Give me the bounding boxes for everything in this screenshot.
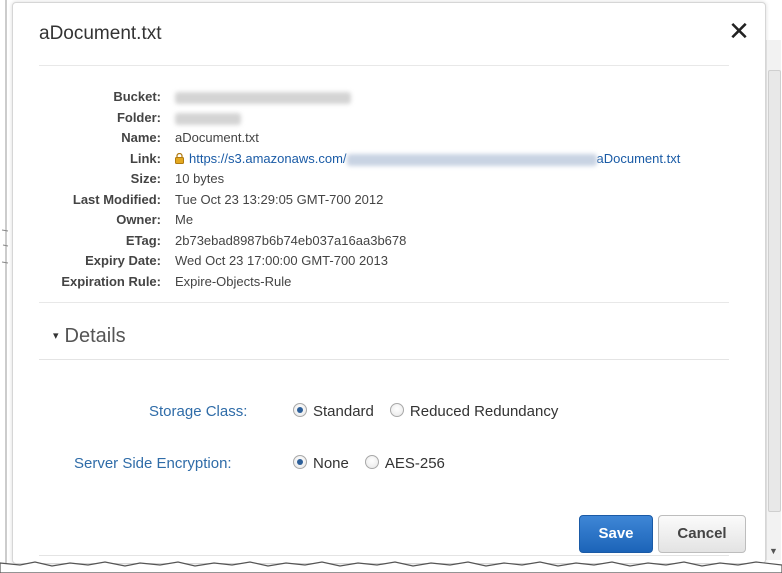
info-row-etag: ETag: 2b73ebad8987b6b74eb037a16aa3b678 [39,233,729,251]
link-suffix: aDocument.txt [596,151,681,166]
folder-label: Folder: [116,110,161,125]
details-divider [39,359,729,360]
info-row-name: Name: aDocument.txt [39,130,729,148]
cancel-button[interactable]: Cancel [658,515,746,553]
redacted-bucket [175,91,351,104]
close-icon[interactable]: ✕ [727,18,751,44]
encryption-label: Server Side Encryption: [74,455,232,472]
redacted-folder [175,112,241,125]
vertical-scrollbar[interactable]: ▼ [766,40,781,560]
encryption-radio-group: None AES-256 [293,455,461,472]
name-label: Name: [121,130,161,145]
info-row-size: Size: 10 bytes [39,171,729,189]
expiration-rule-label: Expiration Rule: [61,274,161,289]
details-section-toggle[interactable]: ▾ Details [53,325,126,348]
link-value: https://s3.amazonaws.com/aDocument.txt [175,151,680,166]
info-row-owner: Owner: Me [39,212,729,230]
bucket-label: Bucket: [113,89,161,104]
scrollbar-thumb[interactable] [768,70,781,512]
expiry-date-value: Wed Oct 23 17:00:00 GMT-700 2013 [175,253,388,268]
last-modified-label: Last Modified: [72,192,161,207]
owner-label: Owner: [116,212,161,227]
radio-none[interactable] [293,455,307,469]
expiry-date-label: Expiry Date: [85,253,161,268]
radio-reduced-redundancy-label: Reduced Redundancy [409,403,559,420]
dialog-title: aDocument.txt [39,23,162,44]
radio-aes-256-label: AES-256 [384,455,445,472]
expiration-rule-value: Expire-Objects-Rule [175,274,292,289]
info-row-link: Link: https://s3.amazonaws.com/aDocument… [39,151,729,169]
name-value: aDocument.txt [175,130,259,145]
radio-reduced-redundancy[interactable] [389,403,404,417]
link-prefix: https://s3.amazonaws.com/ [189,151,347,166]
storage-class-label: Storage Class: [149,403,248,420]
radio-aes-256[interactable] [364,455,379,469]
info-row-bucket: Bucket: [39,89,729,107]
info-row-folder: Folder: [39,110,729,128]
link-label: Link: [129,151,161,166]
info-row-last-modified: Last Modified: Tue Oct 23 13:29:05 GMT-7… [39,192,729,210]
object-properties-dialog: aDocument.txt ✕ Bucket: Folder: Name: aD… [12,2,766,564]
info-row-expiration-rule: Expiration Rule: Expire-Objects-Rule [39,274,729,292]
radio-standard[interactable] [293,403,307,417]
size-label: Size: [130,171,161,186]
caret-down-icon: ▾ [53,330,59,342]
storage-class-option-reduced-redundancy[interactable]: Reduced Redundancy [389,403,559,420]
info-row-expiry-date: Expiry Date: Wed Oct 23 17:00:00 GMT-700… [39,253,729,271]
object-info-panel: Bucket: Folder: Name: aDocument.txt Link… [39,65,729,303]
footer-divider [39,555,729,556]
lock-icon [175,153,184,164]
encryption-option-aes-256[interactable]: AES-256 [364,455,445,472]
save-button[interactable]: Save [579,515,653,553]
etag-value: 2b73ebad8987b6b74eb037a16aa3b678 [175,233,407,248]
last-modified-value: Tue Oct 23 13:29:05 GMT-700 2012 [175,192,384,207]
details-header-label: Details [64,325,126,347]
redacted-link-path [346,153,597,166]
scroll-down-arrow-icon[interactable]: ▼ [769,546,778,556]
storage-class-radio-group: Standard Reduced Redundancy [293,403,574,420]
storage-class-option-standard[interactable]: Standard [293,403,374,420]
screenshot-stage: aDocument.txt ✕ Bucket: Folder: Name: aD… [0,0,782,573]
object-link[interactable]: https://s3.amazonaws.com/aDocument.txt [189,151,680,166]
owner-value: Me [175,212,194,227]
torn-bottom-edge [0,561,782,573]
folder-value [175,110,241,125]
bucket-value [175,89,351,104]
size-value: 10 bytes [175,171,225,186]
radio-standard-label: Standard [313,403,374,420]
etag-label: ETag: [125,233,161,248]
encryption-option-none[interactable]: None [293,455,349,472]
torn-left-edge [1,0,9,573]
radio-none-label: None [313,455,349,472]
